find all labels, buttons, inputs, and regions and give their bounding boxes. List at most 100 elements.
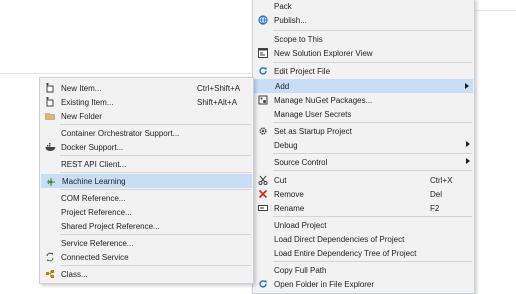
menu-item-label: Edit Project File: [274, 66, 331, 76]
menu-item-label: Set as Startup Project: [274, 126, 352, 136]
menu-item-label: Cut: [274, 175, 287, 185]
menu-item-publish[interactable]: Publish...: [254, 13, 473, 27]
menu-item-new-item[interactable]: New Item... Ctrl+Shift+A: [41, 81, 252, 95]
menu-item-label: Service Reference...: [61, 238, 134, 248]
menu-item-label: Manage User Secrets: [274, 109, 352, 119]
menu-item-rest-api-client[interactable]: REST API Client...: [41, 157, 252, 171]
menu-item-debug[interactable]: Debug: [254, 138, 473, 152]
menu-item-docker-support[interactable]: Docker Support...: [41, 140, 252, 154]
menu-item-label: Existing Item...: [61, 97, 114, 107]
globe-icon: [257, 14, 269, 26]
separator: [273, 30, 472, 31]
menu-item-scope-to-this[interactable]: Scope to This: [254, 32, 473, 46]
chevron-right-icon: [465, 83, 469, 89]
nuget-icon: [257, 94, 269, 106]
new-item-icon: [44, 82, 56, 94]
menu-item-shared-project-reference[interactable]: Shared Project Reference...: [41, 219, 252, 233]
menu-item-service-reference[interactable]: Service Reference...: [41, 236, 252, 250]
solution-explorer-view-icon: [257, 47, 269, 59]
separator: [273, 216, 472, 217]
shortcut: Ctrl+Shift+A: [197, 83, 241, 93]
menu-item-remove[interactable]: Remove Del: [254, 187, 473, 201]
menu-item-label: Shared Project Reference...: [61, 221, 160, 231]
separator: [60, 155, 251, 156]
menu-item-project-reference[interactable]: Project Reference...: [41, 205, 252, 219]
existing-item-icon: [44, 96, 56, 108]
menu-item-label: New Solution Explorer View: [274, 48, 373, 58]
menu-item-com-reference[interactable]: COM Reference...: [41, 191, 252, 205]
menu-item-rename[interactable]: Rename F2: [254, 201, 473, 215]
menu-item-manage-user-secrets[interactable]: Manage User Secrets: [254, 107, 473, 121]
refresh-icon: [257, 278, 269, 290]
menu-item-label: Add: [275, 81, 290, 91]
separator: [60, 265, 251, 266]
menu-item-new-solution-explorer-view[interactable]: New Solution Explorer View: [254, 46, 473, 60]
editor-divider: [0, 73, 252, 74]
menu-item-set-startup[interactable]: Set as Startup Project: [254, 124, 473, 138]
menu-item-edit-project-file[interactable]: Edit Project File: [254, 64, 473, 78]
menu-item-connected-service[interactable]: Connected Service: [41, 250, 252, 264]
close-icon: [257, 188, 269, 200]
menu-item-label: Scope to This: [274, 34, 323, 44]
machine-learning-icon: [45, 176, 57, 188]
separator: [60, 124, 251, 125]
menu-item-label: Class...: [61, 269, 88, 279]
menu-item-load-dependency-tree[interactable]: Load Entire Dependency Tree of Project: [254, 246, 473, 260]
menu-item-container-orchestrator[interactable]: Container Orchestrator Support...: [41, 126, 252, 140]
menu-item-label: Copy Full Path: [274, 265, 327, 275]
separator: [273, 153, 472, 154]
menu-item-open-folder[interactable]: Open Folder in File Explorer: [254, 277, 473, 291]
folder-icon: [44, 110, 56, 122]
menu-item-label: New Item...: [61, 83, 102, 93]
menu-item-label: Container Orchestrator Support...: [61, 128, 180, 138]
shortcut: Del: [430, 189, 443, 199]
menu-item-label: Docker Support...: [61, 142, 124, 152]
menu-item-source-control[interactable]: Source Control: [254, 155, 473, 169]
menu-item-existing-item[interactable]: Existing Item... Shift+Alt+A: [41, 95, 252, 109]
menu-item-cut[interactable]: Cut Ctrl+X: [254, 173, 473, 187]
menu-item-label: Pack: [274, 1, 292, 11]
separator: [60, 172, 251, 173]
shortcut: F2: [430, 203, 440, 213]
menu-item-pack[interactable]: Pack: [254, 0, 473, 13]
separator: [273, 62, 472, 63]
right-pane: [474, 0, 516, 290]
shortcut: Ctrl+X: [430, 175, 453, 185]
gear-icon: [257, 125, 269, 137]
separator: [273, 261, 472, 262]
menu-item-label: Publish...: [274, 15, 307, 25]
menu-item-label: COM Reference...: [61, 193, 126, 203]
shortcut: Shift+Alt+A: [197, 97, 238, 107]
menu-item-label: Machine Learning: [62, 176, 126, 186]
separator: [273, 170, 472, 171]
separator: [60, 189, 251, 190]
menu-item-machine-learning[interactable]: Machine Learning: [41, 174, 252, 188]
chevron-right-icon: [466, 141, 470, 147]
project-context-menu: Pack Publish... Scope to This New Soluti…: [252, 0, 475, 294]
docker-icon: [44, 141, 56, 153]
scissors-icon: [257, 174, 269, 186]
add-submenu: New Item... Ctrl+Shift+A Existing Item..…: [39, 77, 254, 284]
menu-item-class[interactable]: Class...: [41, 267, 252, 281]
menu-item-label: Debug: [274, 140, 298, 150]
separator: [273, 122, 472, 123]
menu-item-label: Load Direct Dependencies of Project: [274, 234, 405, 244]
menu-item-label: Project Reference...: [61, 207, 132, 217]
menu-item-manage-nuget[interactable]: Manage NuGet Packages...: [254, 93, 473, 107]
rename-icon: [257, 202, 269, 214]
menu-item-unload-project[interactable]: Unload Project: [254, 218, 473, 232]
menu-item-label: Manage NuGet Packages...: [274, 95, 373, 105]
menu-item-label: Load Entire Dependency Tree of Project: [274, 248, 417, 258]
menu-item-label: REST API Client...: [61, 159, 127, 169]
menu-item-copy-full-path[interactable]: Copy Full Path: [254, 263, 473, 277]
class-icon: [44, 268, 56, 280]
menu-item-label: New Folder: [61, 111, 102, 121]
menu-item-new-folder[interactable]: New Folder: [41, 109, 252, 123]
chevron-right-icon: [466, 158, 470, 164]
menu-item-load-direct-dependencies[interactable]: Load Direct Dependencies of Project: [254, 232, 473, 246]
refresh-icon: [257, 65, 269, 77]
menu-item-add[interactable]: Add: [254, 79, 473, 93]
connected-service-icon: [44, 251, 56, 263]
separator: [60, 234, 251, 235]
menu-item-label: Unload Project: [274, 220, 327, 230]
